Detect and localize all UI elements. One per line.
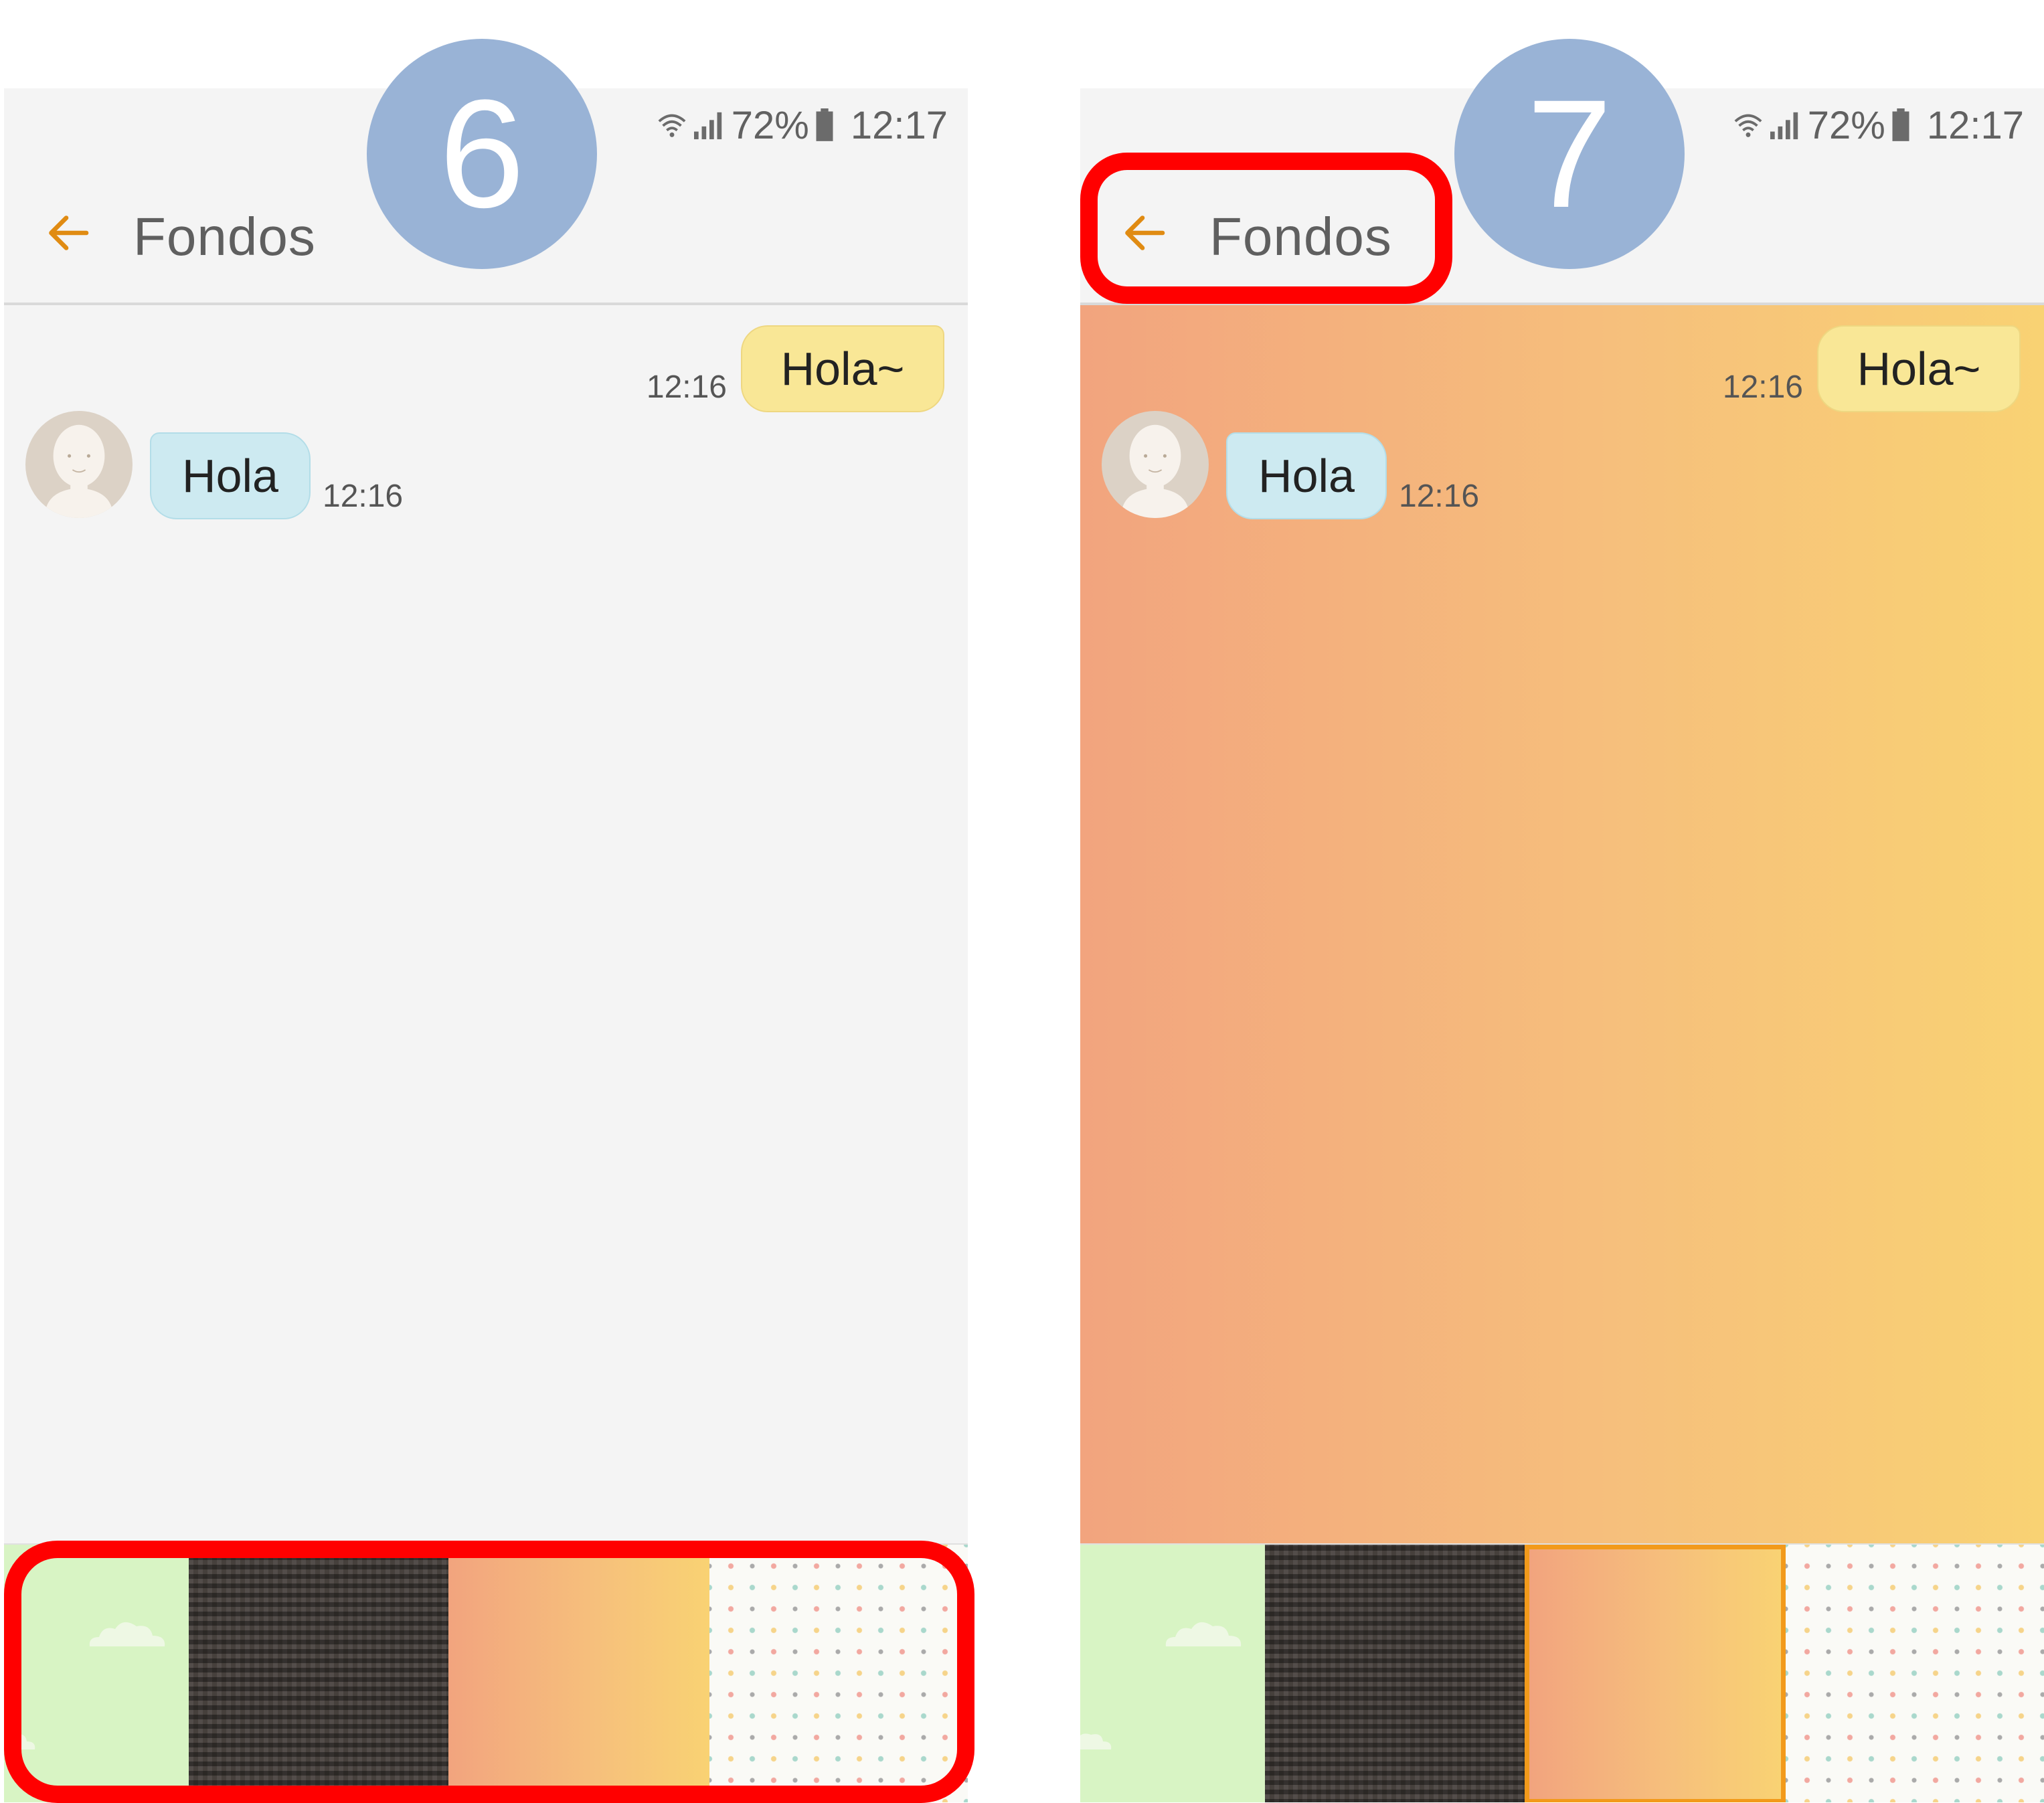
wallpaper-thumb-polka-dots[interactable] <box>1786 1545 2044 1802</box>
wallpaper-thumb-gradient-selected[interactable] <box>1525 1545 1786 1802</box>
incoming-message-time: 12:16 <box>1399 479 1480 514</box>
outgoing-message-time: 12:16 <box>1722 369 1803 405</box>
incoming-message-bubble: Hola <box>150 432 311 519</box>
battery-icon <box>816 108 833 141</box>
incoming-message-time: 12:16 <box>323 479 404 514</box>
phone-screen-step-6: 72% 12:17 Fondos 12:16 Hola~ Hola 12:16 <box>4 88 968 1802</box>
outgoing-message-bubble: Hola~ <box>1817 325 2021 412</box>
page-title: Fondos <box>133 207 316 266</box>
battery-icon <box>1892 108 1909 141</box>
cloud-icon <box>1165 1622 1242 1646</box>
avatar-icon <box>25 411 133 518</box>
wifi-icon <box>658 114 686 137</box>
page-title: Fondos <box>1209 207 1392 266</box>
outgoing-message-time: 12:16 <box>646 369 727 405</box>
chat-preview: 12:16 Hola~ Hola 12:16 <box>4 305 968 1543</box>
step-badge: 7 <box>1454 39 1685 269</box>
back-arrow-icon[interactable] <box>1120 209 1169 257</box>
cloud-icon <box>4 1733 35 1749</box>
battery-percent: 72% <box>1807 103 1885 147</box>
outgoing-message-bubble: Hola~ <box>741 325 944 412</box>
clock: 12:17 <box>1926 103 2024 147</box>
chat-preview: 12:16 Hola~ Hola 12:16 <box>1080 305 2044 1543</box>
wifi-icon <box>1734 114 1762 137</box>
wallpaper-thumb-gradient[interactable] <box>448 1545 709 1802</box>
wallpaper-strip <box>4 1543 968 1802</box>
step-badge: 6 <box>367 39 597 269</box>
back-arrow-icon[interactable] <box>44 209 92 257</box>
wallpaper-thumb-dark-plaid[interactable] <box>1265 1545 1525 1802</box>
battery-percent: 72% <box>731 103 809 147</box>
cloud-icon <box>1080 1733 1112 1749</box>
cloud-icon <box>89 1622 165 1646</box>
signal-icon <box>693 112 721 140</box>
signal-icon <box>1770 112 1798 140</box>
incoming-message-bubble: Hola <box>1226 432 1387 519</box>
wallpaper-thumb-polka-dots[interactable] <box>709 1545 968 1802</box>
wallpaper-thumb-dark-plaid[interactable] <box>189 1545 448 1802</box>
wallpaper-thumb-green-clouds[interactable] <box>1080 1545 1265 1802</box>
avatar-icon <box>1102 411 1209 518</box>
wallpaper-strip <box>1080 1543 2044 1802</box>
wallpaper-thumb-green-clouds[interactable] <box>4 1545 189 1802</box>
clock: 12:17 <box>850 103 948 147</box>
phone-screen-step-7: 72% 12:17 Fondos 12:16 Hola~ Hola 12:16 <box>1080 88 2044 1802</box>
